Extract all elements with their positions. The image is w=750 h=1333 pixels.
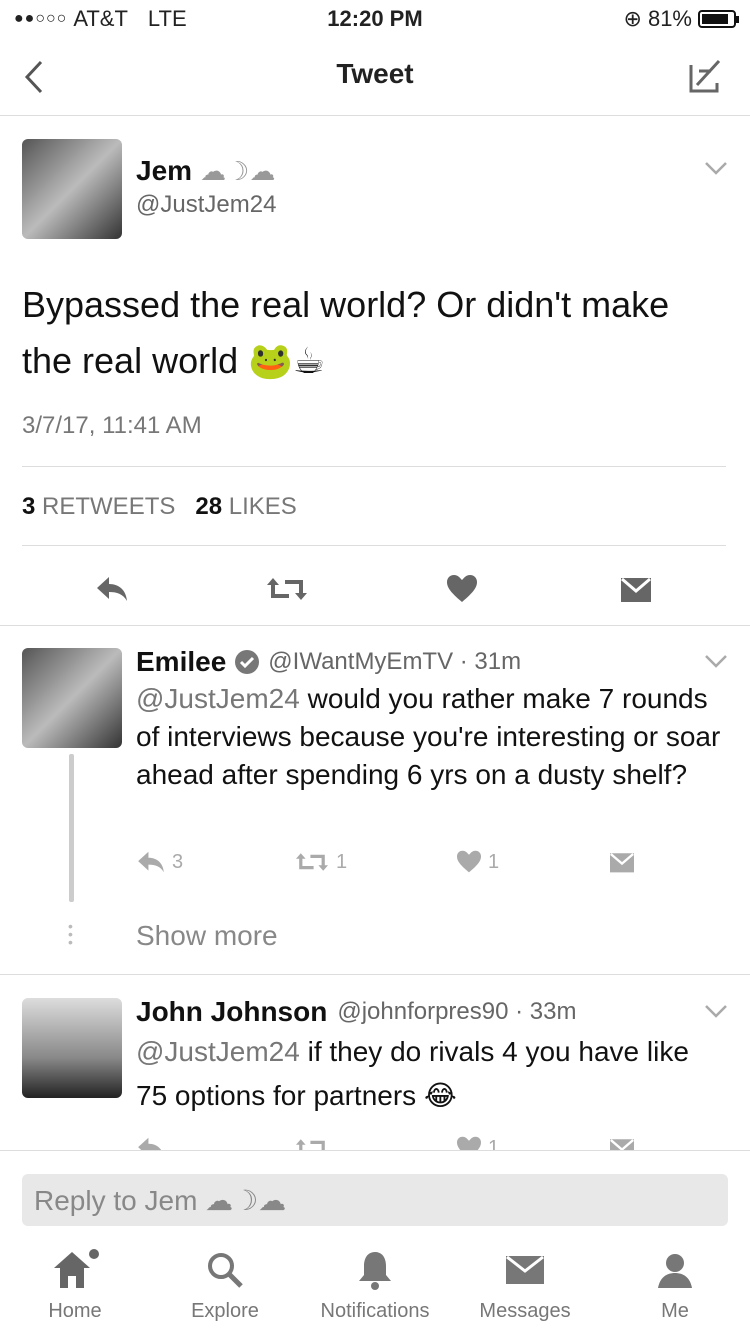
chevron-down-icon xyxy=(705,655,727,668)
status-bar: ●●○○○ AT&T LTE 12:20 PM ⊕ 81% xyxy=(0,0,750,38)
tweet-stats: 3 RETWEETS 28 LIKES xyxy=(22,493,297,521)
page-title: Tweet xyxy=(336,58,414,89)
tweet-options-button[interactable] xyxy=(704,161,728,180)
battery-percent: 81% xyxy=(647,6,692,31)
author-name[interactable]: John Johnson xyxy=(136,996,327,1028)
reply-tweet[interactable]: • • • Emilee @IWantMyEmTV · 31m @JustJem24… xyxy=(0,626,750,976)
tweet-options-button[interactable] xyxy=(704,1004,728,1023)
reply-input[interactable]: Reply to Jem ☁☽☁ xyxy=(22,1174,728,1226)
tweet-options-button[interactable] xyxy=(704,654,728,673)
envelope-icon xyxy=(610,853,634,873)
name-emoji: ☁☽☁ xyxy=(200,155,276,186)
tweet-text: Bypassed the real world? Or didn't make … xyxy=(22,284,670,381)
direct-message-button[interactable] xyxy=(614,567,658,611)
verified-badge-icon xyxy=(235,650,260,674)
tab-me-label: Me xyxy=(661,1300,689,1322)
tweet-date: 3/7/17, 11:41 AM xyxy=(22,412,202,439)
reply-text: @JustJem24 if they do rivals 4 you have … xyxy=(136,1030,726,1118)
like-button[interactable]: 1 xyxy=(456,1136,499,1150)
like-button[interactable] xyxy=(440,567,484,611)
like-count: 1 xyxy=(488,850,500,873)
heart-icon xyxy=(447,575,477,602)
reply-count: 3 xyxy=(172,850,184,873)
profile-icon xyxy=(658,1254,692,1288)
tab-home[interactable]: Home xyxy=(0,1240,150,1323)
orientation-lock-icon: ⊕ xyxy=(623,6,642,31)
heart-icon xyxy=(457,850,481,873)
retweet-label[interactable]: RETWEETS xyxy=(42,493,175,520)
direct-message-button[interactable] xyxy=(608,1136,636,1150)
envelope-icon xyxy=(506,1255,544,1284)
reply-button[interactable]: 3 xyxy=(136,850,183,874)
heart-icon xyxy=(457,1136,481,1150)
status-right: ⊕ 81% xyxy=(623,6,739,32)
bell-icon xyxy=(359,1252,391,1290)
like-label[interactable]: LIKES xyxy=(229,493,297,520)
author-handle-time[interactable]: @johnforpres90 · 33m xyxy=(337,998,576,1026)
tab-explore-label: Explore xyxy=(191,1300,259,1322)
reply-text: @JustJem24 would you rather make 7 round… xyxy=(136,680,726,794)
author-name[interactable]: Emilee xyxy=(136,646,226,678)
compose-tweet-button[interactable] xyxy=(680,54,730,100)
retweet-button[interactable] xyxy=(294,1136,330,1150)
chevron-down-icon xyxy=(705,162,727,175)
tab-notifications-label: Notifications xyxy=(320,1300,430,1322)
reply-button[interactable] xyxy=(90,567,134,611)
tab-messages[interactable]: Messages xyxy=(450,1240,600,1323)
search-icon xyxy=(208,1253,243,1288)
tab-bar: Home Explore Notifications Messages Me xyxy=(0,1240,750,1333)
direct-message-button[interactable] xyxy=(608,850,636,874)
mention-link[interactable]: @JustJem24 xyxy=(136,683,300,714)
retweet-icon xyxy=(296,853,328,871)
divider xyxy=(22,545,726,546)
retweet-icon xyxy=(296,1139,325,1150)
retweet-button[interactable]: 1 xyxy=(294,850,347,874)
tab-notifications[interactable]: Notifications xyxy=(300,1240,450,1323)
like-count[interactable]: 28 xyxy=(195,493,222,520)
retweet-icon xyxy=(267,578,307,600)
tab-home-label: Home xyxy=(48,1300,102,1322)
envelope-icon xyxy=(621,577,651,602)
reply-tweet[interactable]: John Johnson @johnforpres90 · 33m @JustJ… xyxy=(0,976,750,1150)
avatar[interactable] xyxy=(22,998,122,1098)
tab-messages-label: Messages xyxy=(479,1300,571,1322)
show-more-link[interactable]: Show more xyxy=(136,920,278,952)
home-icon xyxy=(54,1249,99,1288)
tweet-actions xyxy=(0,557,750,627)
envelope-icon xyxy=(610,1139,634,1150)
reply-button[interactable] xyxy=(136,1136,166,1150)
author-handle-time[interactable]: @IWantMyEmTV · 31m xyxy=(268,648,521,676)
reply-icon xyxy=(138,1137,162,1150)
thread-line xyxy=(69,754,74,902)
reply-icon xyxy=(138,851,164,873)
retweet-count[interactable]: 3 xyxy=(22,493,35,520)
avatar[interactable] xyxy=(22,139,122,239)
chevron-down-icon xyxy=(705,1005,727,1018)
retweet-count: 1 xyxy=(336,850,348,873)
tab-explore[interactable]: Explore xyxy=(150,1240,300,1323)
nav-bar: Tweet xyxy=(0,38,750,116)
tab-me[interactable]: Me xyxy=(600,1240,750,1323)
like-count: 1 xyxy=(488,1136,500,1151)
mention-link[interactable]: @JustJem24 xyxy=(136,1036,300,1067)
divider xyxy=(22,466,726,467)
like-button[interactable]: 1 xyxy=(456,850,499,874)
thread-dots: • • • xyxy=(68,918,73,950)
author-handle[interactable]: @JustJem24 xyxy=(136,191,276,219)
author-name[interactable]: Jem xyxy=(136,155,192,187)
battery-icon xyxy=(698,10,739,28)
compose-icon xyxy=(689,59,721,93)
reply-icon xyxy=(97,577,127,601)
avatar[interactable] xyxy=(22,648,122,748)
divider xyxy=(0,1150,750,1151)
divider xyxy=(0,974,750,975)
retweet-button[interactable] xyxy=(262,567,312,611)
